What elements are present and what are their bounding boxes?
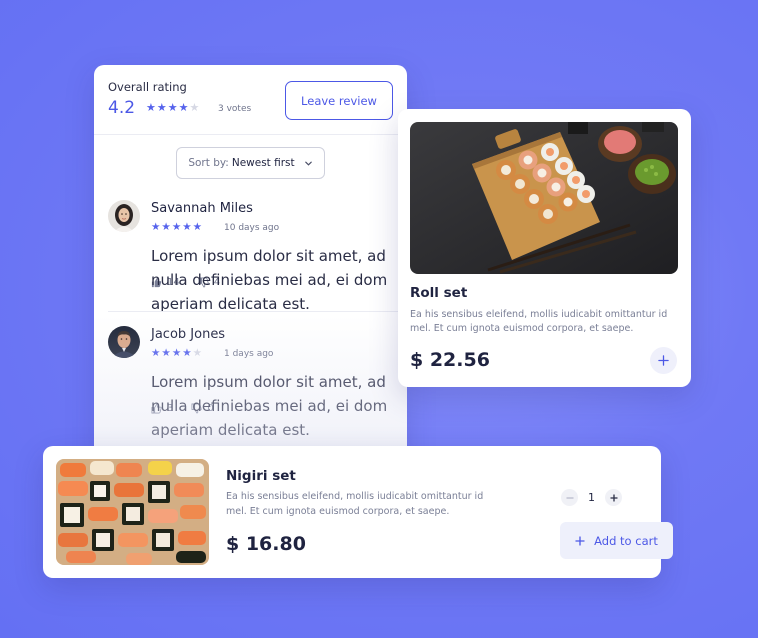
- product-title: Nigiri set: [226, 468, 296, 484]
- nigiri-photo-icon: [56, 459, 209, 565]
- avatar-man-icon: [108, 326, 140, 358]
- chevron-down-icon: [304, 161, 312, 166]
- product-price: $ 16.80: [226, 533, 306, 555]
- reviews-card: Overall rating 4.2 ★★★★★ 3 votes Leave r…: [94, 65, 407, 465]
- quantity-decrease-button[interactable]: [561, 489, 578, 506]
- reviews-header: Overall rating 4.2 ★★★★★ 3 votes Leave r…: [94, 65, 407, 135]
- product-image: [56, 459, 209, 565]
- review-stars: ★★★★★: [151, 221, 204, 233]
- reviewer-name: Savannah Miles: [151, 201, 253, 216]
- add-to-cart-label: Add to cart: [594, 533, 658, 548]
- review-date: 10 days ago: [224, 223, 280, 233]
- overall-rating-value: 4.2: [108, 98, 136, 118]
- sort-dropdown[interactable]: Sort by: Newest first: [176, 147, 325, 179]
- plus-icon: [609, 493, 618, 502]
- overall-rating-label: Overall rating: [108, 80, 187, 94]
- sort-value: Newest first: [231, 157, 295, 169]
- review-text: Lorem ipsum dolor sit amet, ad nulla def…: [151, 247, 388, 313]
- sushi-roll-photo-icon: [410, 122, 678, 274]
- product-card-nigiri: Nigiri set Ea his sensibus eleifend, mol…: [43, 446, 673, 578]
- reviewer-name: Jacob Jones: [151, 327, 226, 342]
- review-divider: [108, 311, 407, 312]
- minus-icon: [565, 496, 574, 499]
- plus-icon: [575, 535, 585, 546]
- plus-icon: [658, 355, 669, 366]
- product-card-roll: Roll set Ea his sensibus eleifend, molli…: [398, 109, 691, 387]
- add-button[interactable]: [650, 347, 677, 374]
- review-date: 1 days ago: [224, 349, 274, 359]
- quantity-increase-button[interactable]: [605, 489, 622, 506]
- avatar-woman-icon: [108, 200, 140, 232]
- product-title: Roll set: [410, 285, 468, 301]
- avatar: [108, 200, 140, 232]
- avatar: [108, 326, 140, 358]
- product-description: Ea his sensibus eleifend, mollis iudicab…: [226, 491, 484, 517]
- overall-rating-stars: ★★★★★: [146, 101, 201, 114]
- leave-review-button[interactable]: Leave review: [285, 81, 393, 120]
- add-to-cart-button[interactable]: Add to cart: [560, 522, 673, 559]
- review-text: Lorem ipsum dolor sit amet, ad nulla def…: [151, 373, 388, 439]
- quantity-value: 1: [588, 491, 595, 504]
- sort-label: Sort by:: [188, 157, 229, 169]
- review-stars: ★★★★★: [151, 347, 204, 359]
- product-image: [410, 122, 678, 274]
- votes-count: 3 votes: [218, 104, 252, 114]
- product-description: Ea his sensibus eleifend, mollis iudicab…: [410, 309, 668, 334]
- product-price: $ 22.56: [410, 349, 490, 371]
